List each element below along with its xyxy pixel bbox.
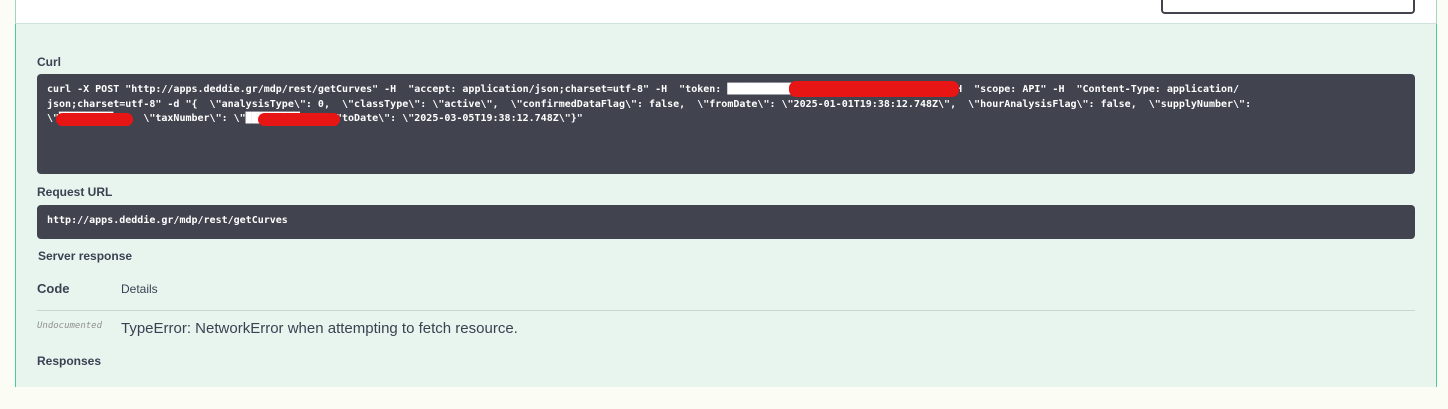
response-status-code: Undocumented [37, 321, 103, 331]
curl-line-2: json;charset=utf-8" -d "{ \"analysisType… [47, 98, 1252, 110]
request-url-block[interactable]: http://apps.deddie.gr/mdp/rest/getCurves [37, 205, 1415, 239]
redaction-mark-tax-number [258, 113, 340, 126]
page-bottom-strip [0, 387, 1448, 409]
response-error-message: TypeError: NetworkError when attempting … [121, 320, 518, 337]
response-details-header: Details [121, 282, 158, 296]
curl-line-1: curl -X POST "http://apps.deddie.gr/mdp/… [47, 84, 1240, 95]
response-table-divider [37, 310, 1415, 311]
redaction-mark-supply-number [56, 113, 133, 126]
responses-label: Responses [37, 354, 102, 368]
request-url-label: Request URL [37, 185, 113, 199]
server-response-label: Server response [38, 249, 133, 263]
request-url-text: http://apps.deddie.gr/mdp/rest/getCurves [47, 215, 288, 226]
response-content-type-select[interactable] [1161, 0, 1415, 14]
response-code-header: Code [37, 281, 70, 296]
curl-line-3: \"█████████\", \"taxNumber\": \"████████… [47, 113, 583, 124]
curl-command-block[interactable]: curl -X POST "http://apps.deddie.gr/mdp/… [37, 74, 1415, 174]
redaction-mark-token [789, 81, 959, 97]
curl-label: Curl [37, 55, 61, 69]
